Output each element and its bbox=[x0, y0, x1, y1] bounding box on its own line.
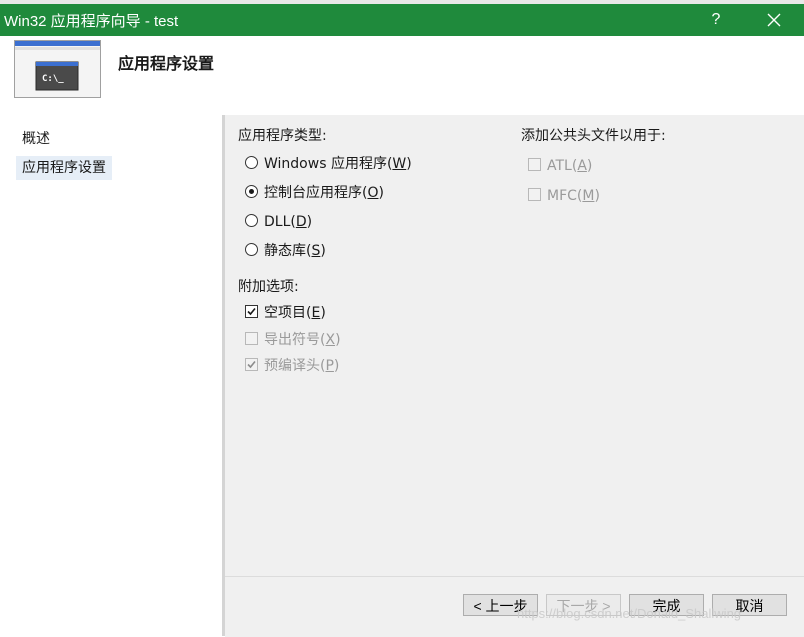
close-button[interactable] bbox=[754, 4, 794, 36]
cancel-button[interactable]: 取消 bbox=[712, 594, 787, 616]
radio-indicator-selected bbox=[245, 185, 258, 198]
checkbox-indicator-checked bbox=[245, 358, 258, 371]
page-title: 应用程序设置 bbox=[118, 54, 215, 73]
checkbox-indicator bbox=[528, 158, 541, 171]
wizard-banner: C:\_ 应用程序设置 bbox=[0, 36, 804, 115]
next-button[interactable]: 下一步 > bbox=[546, 594, 621, 616]
checkmark-icon bbox=[247, 360, 256, 369]
checkbox-empty-project[interactable]: 空项目(E) bbox=[245, 303, 326, 323]
radio-windows-app[interactable]: Windows 应用程序(W) bbox=[245, 154, 412, 174]
radio-indicator bbox=[245, 214, 258, 227]
window-title: Win32 应用程序向导 - test bbox=[4, 13, 179, 30]
checkbox-indicator bbox=[245, 332, 258, 345]
checkbox-precompiled-header[interactable]: 预编译头(P) bbox=[245, 356, 339, 376]
radio-dll[interactable]: DLL(D) bbox=[245, 212, 312, 232]
sidebar-item-app-settings[interactable]: 应用程序设置 bbox=[16, 156, 112, 180]
finish-button[interactable]: 完成 bbox=[629, 594, 704, 616]
checkbox-atl[interactable]: ATL(A) bbox=[528, 156, 592, 176]
common-headers-label: 添加公共头文件以用于: bbox=[521, 128, 666, 144]
sidebar-item-overview[interactable]: 概述 bbox=[16, 127, 56, 151]
title-bar: Win32 应用程序向导 - test ? bbox=[0, 4, 804, 36]
additional-options-label: 附加选项: bbox=[238, 279, 299, 295]
checkmark-icon bbox=[247, 307, 256, 316]
settings-panel: 应用程序类型: Windows 应用程序(W) 控制台应用程序(O) DLL(D… bbox=[225, 115, 804, 576]
app-type-label: 应用程序类型: bbox=[238, 128, 327, 144]
console-prompt-text: C:\_ bbox=[42, 74, 64, 84]
checkbox-mfc[interactable]: MFC(M) bbox=[528, 186, 600, 206]
help-button[interactable]: ? bbox=[700, 4, 732, 36]
checkbox-export-symbols[interactable]: 导出符号(X) bbox=[245, 330, 341, 350]
radio-indicator bbox=[245, 156, 258, 169]
checkbox-indicator-checked bbox=[245, 305, 258, 318]
console-window-icon: C:\_ bbox=[14, 40, 101, 98]
close-icon bbox=[767, 13, 781, 27]
wizard-sidebar: 概述 应用程序设置 bbox=[0, 115, 222, 636]
radio-static-lib[interactable]: 静态库(S) bbox=[245, 241, 326, 261]
radio-indicator bbox=[245, 243, 258, 256]
wizard-window: Win32 应用程序向导 - test ? C:\_ 应用程序设置 概述 应用程… bbox=[0, 0, 804, 637]
previous-button[interactable]: < 上一步 bbox=[463, 594, 538, 616]
radio-console-app[interactable]: 控制台应用程序(O) bbox=[245, 183, 384, 203]
checkbox-indicator bbox=[528, 188, 541, 201]
